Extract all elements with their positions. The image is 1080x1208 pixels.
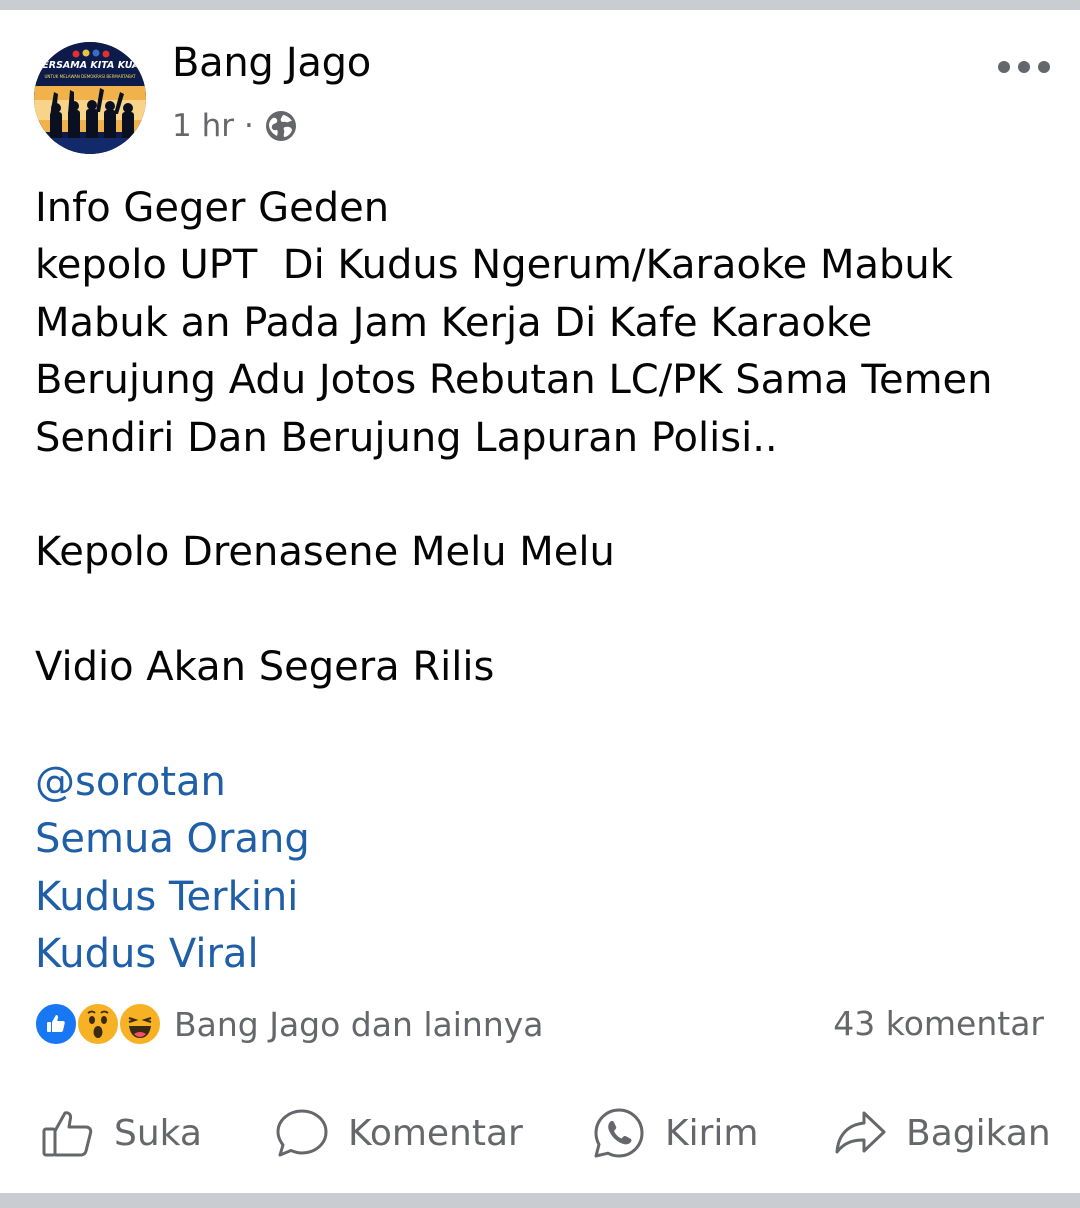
post-line-blank xyxy=(35,582,1045,639)
more-dot-icon xyxy=(1018,61,1030,73)
post-line: Mabuk an Pada Jam Kerja Di Kafe Karaoke xyxy=(35,299,873,346)
whatsapp-icon xyxy=(594,1108,644,1158)
comment-icon xyxy=(276,1109,328,1157)
like-label: Suka xyxy=(114,1112,202,1154)
comment-button[interactable]: Komentar xyxy=(274,1098,523,1168)
post-line: Sendiri Dan Berujung Lapuran Polisi.. xyxy=(35,414,778,461)
share-button[interactable]: Bagikan xyxy=(832,1098,1051,1168)
like-icon xyxy=(34,1002,78,1046)
tag-link-sorotan[interactable]: @sorotan xyxy=(35,754,1045,811)
globe-icon xyxy=(265,111,296,141)
post-line-blank xyxy=(35,697,1045,754)
avatar-subline: UNTUK MELAWAN DEMOKRASI BERMARTABAT xyxy=(44,74,136,79)
author-avatar[interactable]: BERSAMA KITA KUAT UNTUK MELAWAN DEMOKRAS… xyxy=(34,42,146,154)
share-arrow-icon xyxy=(835,1111,886,1154)
post-line: Kepolo Drenasene Melu Melu xyxy=(35,529,615,576)
more-dot-icon xyxy=(1038,61,1050,73)
meta-separator: · xyxy=(243,108,254,144)
reactions-label[interactable]: Bang Jago dan lainnya xyxy=(174,1005,544,1044)
wow-icon xyxy=(76,1002,120,1046)
post-line: Vidio Akan Segera Rilis xyxy=(35,644,495,691)
post-meta: 1 hr · xyxy=(172,108,298,144)
more-dot-icon xyxy=(998,61,1010,73)
more-options-button[interactable] xyxy=(992,50,1056,84)
avatar-headline: BERSAMA KITA KUAT xyxy=(35,60,146,71)
reactions-summary[interactable]: Bang Jago dan lainnya xyxy=(34,1001,544,1047)
post-text: Info Geger Geden kepolo UPT Di Kudus Nge… xyxy=(35,180,1045,983)
haha-icon xyxy=(118,1002,162,1046)
comment-count[interactable]: 43 komentar xyxy=(833,1004,1044,1043)
post-time[interactable]: 1 hr xyxy=(172,108,234,144)
like-button[interactable]: Suka xyxy=(40,1098,202,1168)
send-button[interactable]: Kirim xyxy=(591,1098,758,1168)
tag-link-kudus-viral[interactable]: Kudus Viral xyxy=(35,926,1045,983)
post-line: Berujung Adu Jotos Rebutan LC/PK Sama Te… xyxy=(35,357,993,404)
comment-label: Komentar xyxy=(348,1112,523,1154)
post-line: kepolo UPT Di Kudus Ngerum/Karaoke Mabuk xyxy=(35,242,953,289)
share-label: Bagikan xyxy=(906,1112,1051,1154)
send-label: Kirim xyxy=(665,1112,759,1154)
tag-link-semua-orang[interactable]: Semua Orang xyxy=(35,811,1045,868)
action-bar: Suka Komentar Kirim Bagikan xyxy=(0,1098,1080,1168)
author-name[interactable]: Bang Jago xyxy=(172,40,371,86)
avatar-image: BERSAMA KITA KUAT UNTUK MELAWAN DEMOKRAS… xyxy=(34,42,146,154)
feed-divider-bottom xyxy=(0,1193,1080,1208)
post-line: Info Geger Geden xyxy=(35,185,390,231)
thumbs-up-icon xyxy=(42,1111,93,1157)
post-line-blank xyxy=(35,467,1045,524)
tag-link-kudus-terkini[interactable]: Kudus Terkini xyxy=(35,869,1045,926)
feed-divider-top xyxy=(0,0,1080,10)
